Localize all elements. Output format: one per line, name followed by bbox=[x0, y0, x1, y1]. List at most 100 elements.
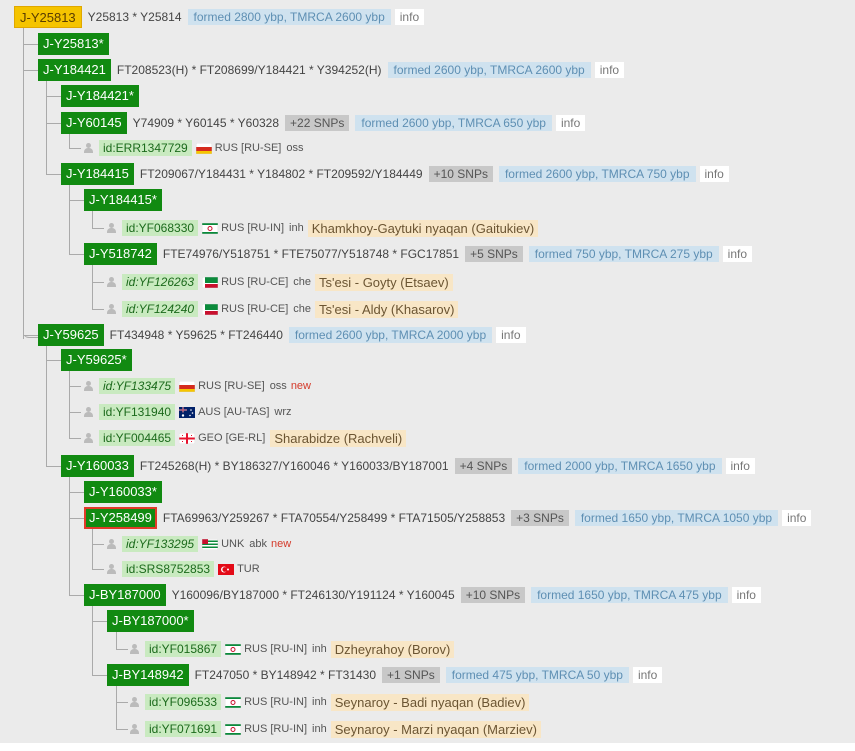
surname-label: Seynaroy - Marzi nyaqan (Marziev) bbox=[330, 720, 541, 738]
sample-row: id:YF124240 RUS [RU-CE] che Ts'esi - Ald… bbox=[107, 298, 459, 320]
info-button[interactable]: info bbox=[394, 9, 425, 25]
info-button[interactable]: info bbox=[782, 510, 812, 526]
snp-list: FT209067/Y184431 * Y184802 * FT209592/Y1… bbox=[139, 167, 423, 181]
north-ossetia-flag-icon bbox=[179, 380, 196, 392]
country-code: AUS [AU-TAS] bbox=[198, 406, 270, 418]
extra-snps-count[interactable]: +22 SNPs bbox=[285, 115, 350, 131]
new-badge: new bbox=[271, 538, 292, 550]
country-code: RUS [RU-IN] bbox=[244, 643, 308, 655]
country-code: TUR bbox=[237, 563, 260, 575]
haplogroup-node-j-y25813[interactable]: J-Y25813 bbox=[14, 6, 82, 28]
surname-label: Khamkhoy-Gaytuki nyaqan (Gaitukiev) bbox=[307, 219, 539, 237]
info-button[interactable]: info bbox=[731, 587, 761, 603]
country-code: GEO [GE-RL] bbox=[198, 432, 266, 444]
sample-row: id:YF015867 RUS [RU-IN] inh Dzheyrahoy (… bbox=[130, 638, 455, 660]
tree-row: J-Y184415 FT209067/Y184431 * Y184802 * F… bbox=[61, 163, 729, 185]
extra-snps-count[interactable]: +1 SNPs bbox=[382, 667, 440, 683]
ethnic-group: oss bbox=[286, 142, 304, 154]
tree-row: J-Y258499 FTA69963/Y259267 * FTA70554/Y2… bbox=[84, 507, 812, 529]
sample-row: id:YF096533 RUS [RU-IN] inh Seynaroy - B… bbox=[130, 691, 530, 713]
sample-id[interactable]: id:YF126263 bbox=[122, 274, 199, 290]
extra-snps-count[interactable]: +3 SNPs bbox=[511, 510, 569, 526]
haplogroup-node-j-y60145[interactable]: J-Y60145 bbox=[61, 112, 127, 134]
tree-row-root: J-Y25813 Y25813 * Y25814 formed 2800 ybp… bbox=[14, 6, 425, 28]
haplogroup-node-j-y184415-star[interactable]: J-Y184415* bbox=[84, 189, 162, 211]
sample-row: id:YF068330 RUS [RU-IN] inh Khamkhoy-Gay… bbox=[107, 217, 539, 239]
age-estimate: formed 475 ybp, TMRCA 50 ybp bbox=[445, 667, 629, 683]
tree-row: J-Y184421 FT208523(H) * FT208699/Y184421… bbox=[38, 59, 625, 81]
country-code: RUS [RU-IN] bbox=[221, 222, 285, 234]
country-code: UNK bbox=[221, 538, 245, 550]
haplogroup-node-j-y184421-star[interactable]: J-Y184421* bbox=[61, 85, 139, 107]
extra-snps-count[interactable]: +4 SNPs bbox=[454, 458, 513, 474]
info-button[interactable]: info bbox=[725, 458, 755, 474]
ethnic-group: inh bbox=[312, 643, 327, 655]
sample-id[interactable]: id:YF124240 bbox=[122, 301, 199, 317]
sample-id[interactable]: id:YF131940 bbox=[99, 404, 176, 420]
age-estimate: formed 1650 ybp, TMRCA 475 ybp bbox=[531, 587, 728, 603]
haplogroup-node-j-y59625-star[interactable]: J-Y59625* bbox=[61, 349, 132, 371]
info-button[interactable]: info bbox=[722, 246, 753, 262]
sample-id[interactable]: id:YF071691 bbox=[145, 721, 222, 737]
sample-row: id:YF131940 AUS [AU-TAS] wrz bbox=[84, 401, 295, 423]
extra-snps-count[interactable]: +10 SNPs bbox=[460, 587, 526, 603]
ingushetia-flag-icon bbox=[225, 723, 242, 735]
sample-id[interactable]: id:YF015867 bbox=[145, 641, 222, 657]
haplogroup-node-j-y184415[interactable]: J-Y184415 bbox=[61, 163, 134, 185]
sample-id[interactable]: id:SRS8752853 bbox=[122, 561, 215, 577]
person-icon bbox=[130, 724, 139, 734]
sample-id[interactable]: id:YF096533 bbox=[145, 694, 222, 710]
haplogroup-node-j-y258499[interactable]: J-Y258499 bbox=[84, 507, 157, 529]
country-code: RUS [RU-CE] bbox=[221, 303, 289, 315]
extra-snps-count[interactable]: +5 SNPs bbox=[465, 246, 523, 262]
haplogroup-node-j-y160033[interactable]: J-Y160033 bbox=[61, 455, 134, 477]
page-footer-strip bbox=[0, 743, 855, 751]
sample-row: id:YF071691 RUS [RU-IN] inh Seynaroy - M… bbox=[130, 718, 541, 740]
sample-id[interactable]: id:ERR1347729 bbox=[99, 140, 192, 156]
sample-row: id:SRS8752853 TUR bbox=[107, 558, 265, 580]
haplotree: J-Y25813 Y25813 * Y25814 formed 2800 ybp… bbox=[0, 0, 855, 751]
haplogroup-node-j-y160033-star[interactable]: J-Y160033* bbox=[84, 481, 162, 503]
info-button[interactable]: info bbox=[699, 166, 729, 182]
info-button[interactable]: info bbox=[632, 667, 663, 683]
sample-id[interactable]: id:YF004465 bbox=[99, 430, 176, 446]
country-code: RUS [RU-IN] bbox=[244, 723, 308, 735]
haplogroup-node-j-by187000[interactable]: J-BY187000 bbox=[84, 584, 166, 606]
info-button[interactable]: info bbox=[594, 62, 625, 78]
ethnic-group: oss bbox=[269, 380, 287, 392]
surname-label: Dzheyrahoy (Borov) bbox=[330, 640, 455, 658]
sample-id[interactable]: id:YF133475 bbox=[99, 378, 176, 394]
snp-list: FT434948 * Y59625 * FT246440 bbox=[109, 328, 283, 342]
haplogroup-node-j-by187000-star[interactable]: J-BY187000* bbox=[107, 610, 194, 632]
ethnic-group: wrz bbox=[274, 406, 292, 418]
snp-list: FTA69963/Y259267 * FTA70554/Y258499 * FT… bbox=[162, 511, 506, 525]
tree-row: J-Y160033 FT245268(H) * BY186327/Y160046… bbox=[61, 455, 755, 477]
country-code: RUS [RU-IN] bbox=[244, 696, 308, 708]
sample-row: id:YF133295 UNK abk new bbox=[107, 533, 291, 555]
age-estimate: formed 2600 ybp, TMRCA 650 ybp bbox=[355, 115, 552, 131]
haplogroup-node-j-y518742[interactable]: J-Y518742 bbox=[84, 243, 157, 265]
person-icon bbox=[84, 433, 93, 443]
extra-snps-count[interactable]: +10 SNPs bbox=[428, 166, 493, 182]
new-badge: new bbox=[290, 380, 311, 392]
haplogroup-node-j-y59625[interactable]: J-Y59625 bbox=[38, 324, 104, 346]
snp-list: Y74909 * Y60145 * Y60328 bbox=[132, 116, 280, 130]
sample-row: id:YF126263 RUS [RU-CE] che Ts'esi - Goy… bbox=[107, 271, 453, 293]
sample-row: id:ERR1347729 RUS [RU-SE] oss bbox=[84, 137, 307, 159]
snp-list: FT245268(H) * BY186327/Y160046 * Y160033… bbox=[139, 459, 449, 473]
ingushetia-flag-icon bbox=[225, 696, 242, 708]
haplogroup-node-j-by148942[interactable]: J-BY148942 bbox=[107, 664, 189, 686]
sample-id[interactable]: id:YF133295 bbox=[122, 536, 199, 552]
sample-id[interactable]: id:YF068330 bbox=[122, 220, 199, 236]
haplogroup-node-j-y25813-star[interactable]: J-Y25813* bbox=[38, 33, 109, 55]
person-icon bbox=[84, 381, 93, 391]
haplogroup-node-j-y184421[interactable]: J-Y184421 bbox=[38, 59, 111, 81]
age-estimate: formed 2800 ybp, TMRCA 2600 ybp bbox=[187, 9, 391, 25]
info-button[interactable]: info bbox=[555, 115, 586, 131]
snp-list: FT208523(H) * FT208699/Y184421 * Y394252… bbox=[116, 63, 382, 77]
age-estimate: formed 2600 ybp, TMRCA 2600 ybp bbox=[387, 62, 591, 78]
info-button[interactable]: info bbox=[496, 327, 526, 343]
tree-row: J-BY187000* bbox=[107, 610, 200, 632]
ethnic-group: che bbox=[293, 303, 312, 315]
age-estimate: formed 2000 ybp, TMRCA 1650 ybp bbox=[518, 458, 722, 474]
